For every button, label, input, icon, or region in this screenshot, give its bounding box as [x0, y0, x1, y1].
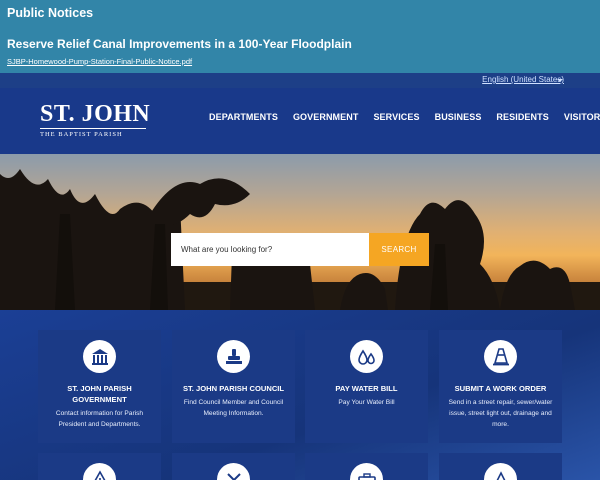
nav-departments[interactable]: DEPARTMENTS	[209, 112, 278, 122]
nav-business[interactable]: BUSINESS	[435, 112, 482, 122]
tools-icon	[217, 463, 250, 480]
tile-description: Pay Your Water Bill	[338, 399, 395, 406]
tile-lower-3[interactable]	[305, 453, 428, 480]
sunset-trees-image	[0, 169, 600, 310]
logo-main-text: ST. JOHN	[40, 101, 151, 127]
hero-banner: SEARCH	[0, 154, 600, 310]
tile-lower-2[interactable]	[172, 453, 295, 480]
nav-visitors[interactable]: VISITORS	[564, 112, 600, 122]
search-button[interactable]: SEARCH	[369, 233, 429, 266]
chevron-down-icon[interactable]	[557, 79, 563, 82]
warning-icon	[83, 463, 116, 480]
tile-submit-work-order[interactable]: SUBMIT A WORK ORDER Send in a street rep…	[439, 330, 562, 443]
site-header: ST. JOHN THE BAPTIST PARISH DEPARTMENTS …	[0, 88, 600, 154]
parish-logo[interactable]: ST. JOHN THE BAPTIST PARISH	[40, 101, 151, 138]
tile-description: Find Council Member and Council Meeting …	[183, 399, 284, 417]
public-notice-banner: Public Notices Reserve Relief Canal Impr…	[0, 0, 600, 73]
notice-headline: Reserve Relief Canal Improvements in a 1…	[7, 37, 352, 51]
notice-title: Public Notices	[7, 6, 94, 20]
tile-pay-water-bill[interactable]: PAY WATER BILL Pay Your Water Bill	[305, 330, 428, 443]
water-drops-icon	[350, 340, 383, 373]
notice-pdf-link[interactable]: SJBP-Homewood-Pump-Station-Final-Public-…	[7, 57, 192, 66]
tile-title: PAY WATER BILL	[335, 384, 398, 393]
stamp-icon	[217, 340, 250, 373]
tile-title: SUBMIT A WORK ORDER	[454, 384, 547, 393]
building-icon	[83, 340, 116, 373]
nav-services[interactable]: SERVICES	[373, 112, 419, 122]
tile-description: Contact information for Parish President…	[55, 410, 144, 428]
tile-parish-council[interactable]: ST. JOHN PARISH COUNCIL Find Council Mem…	[172, 330, 295, 443]
briefcase-icon	[350, 463, 383, 480]
tile-lower-4[interactable]	[439, 453, 562, 480]
tile-description: Send in a street repair, sewer/water iss…	[448, 399, 553, 428]
fountain-icon	[484, 463, 517, 480]
language-bar: English (United States)	[0, 73, 600, 88]
tile-lower-1[interactable]	[38, 453, 161, 480]
logo-sub-text: THE BAPTIST PARISH	[40, 131, 123, 138]
traffic-cone-icon	[484, 340, 517, 373]
tile-title: ST. JOHN PARISH GOVERNMENT	[67, 384, 132, 404]
nav-residents[interactable]: RESIDENTS	[496, 112, 548, 122]
main-nav: DEPARTMENTS GOVERNMENT SERVICES BUSINESS…	[209, 112, 600, 122]
tile-title: ST. JOHN PARISH COUNCIL	[182, 384, 285, 393]
language-select[interactable]: English (United States)	[482, 75, 564, 84]
logo-divider	[40, 128, 146, 129]
search-input[interactable]	[171, 233, 369, 266]
nav-government[interactable]: GOVERNMENT	[293, 112, 359, 122]
tile-parish-government[interactable]: ST. JOHN PARISH GOVERNMENT Contact infor…	[38, 330, 161, 443]
quick-links-section: ST. JOHN PARISH GOVERNMENT Contact infor…	[0, 310, 600, 480]
